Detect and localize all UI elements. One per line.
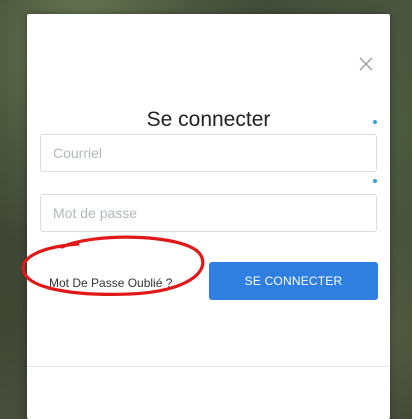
login-button[interactable]: SE CONNECTER xyxy=(209,262,378,300)
password-field[interactable] xyxy=(40,194,377,232)
email-indicator-dot xyxy=(373,120,377,124)
footer-divider xyxy=(27,366,390,367)
forgot-password-link[interactable]: Mot De Passe Oublié ? xyxy=(49,276,172,290)
modal-title: Se connecter xyxy=(146,108,271,131)
login-modal: Se connecter Mot De Passe Oublié ? SE CO… xyxy=(27,14,390,419)
password-indicator-dot xyxy=(373,179,377,183)
close-icon xyxy=(359,57,373,71)
close-button[interactable] xyxy=(356,54,376,74)
email-field[interactable] xyxy=(40,134,377,172)
